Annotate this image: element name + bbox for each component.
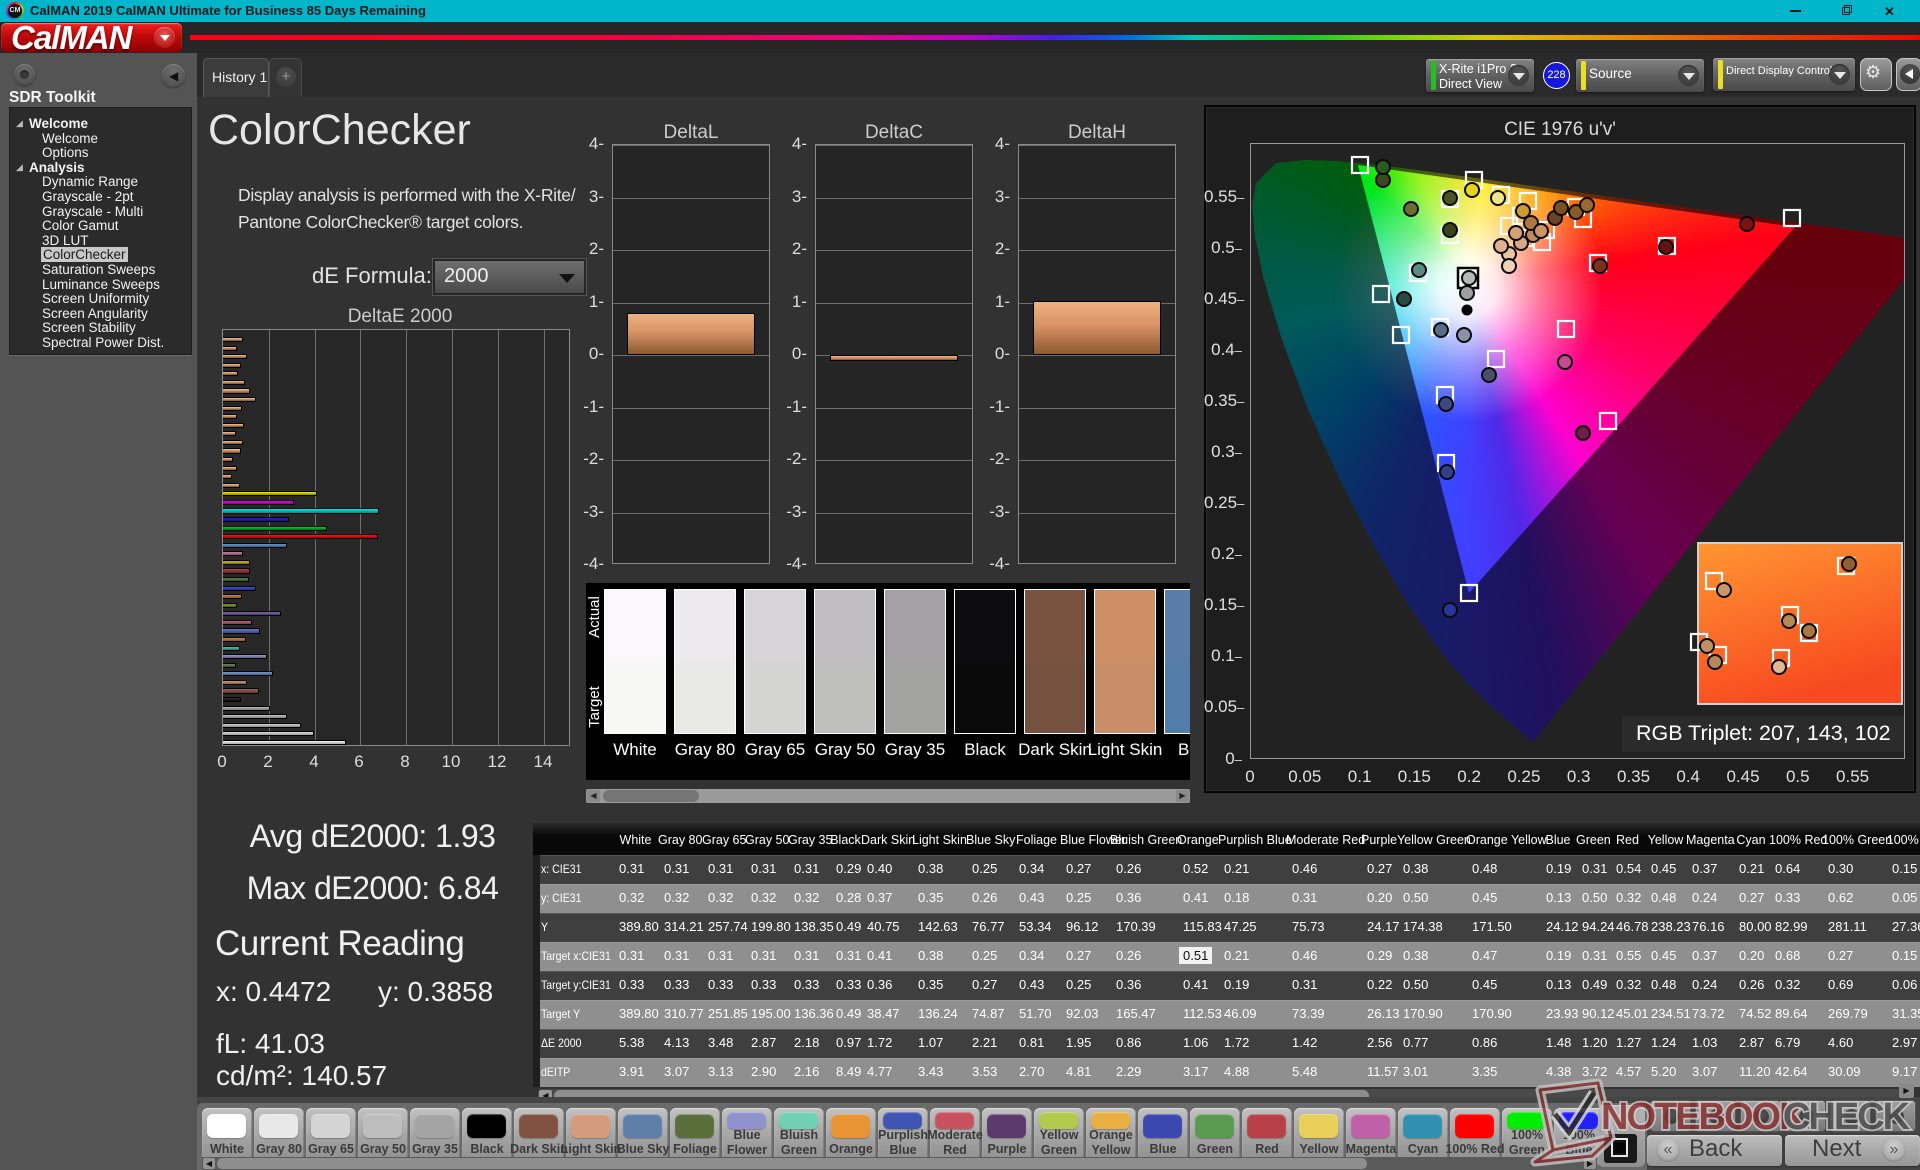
svg-text:RGB Triplet: 207, 143, 102: RGB Triplet: 207, 143, 102 (1636, 721, 1891, 745)
svg-text:NOTEBOOK: NOTEBOOK (1601, 1096, 1807, 1138)
svg-text:CHECK: CHECK (1783, 1096, 1911, 1138)
